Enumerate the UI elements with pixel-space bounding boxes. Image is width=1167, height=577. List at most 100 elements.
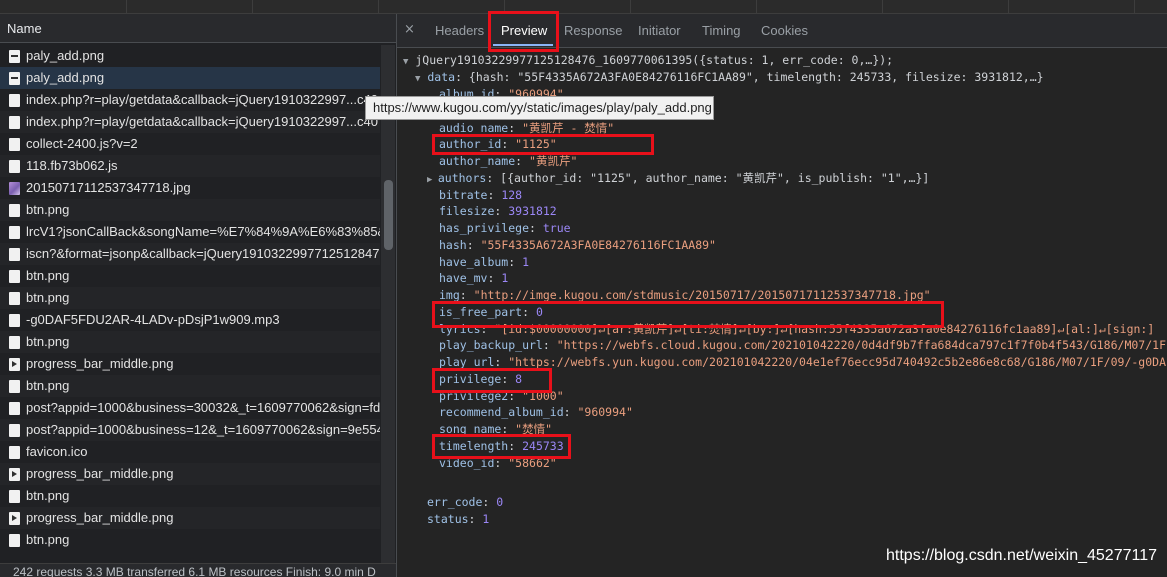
request-row[interactable]: btn.png xyxy=(0,331,380,353)
request-name: favicon.ico xyxy=(26,444,88,459)
request-row[interactable]: lrcV1?jsonCallBack&songName=%E7%84%9A%E6… xyxy=(0,221,380,243)
url-tooltip: https://www.kugou.com/yy/static/images/p… xyxy=(365,96,714,120)
request-name: index.php?r=play/getdata&callback=jQuery… xyxy=(26,92,378,107)
request-name: index.php?r=play/getdata&callback=jQuery… xyxy=(26,114,380,129)
request-row[interactable]: 118.fb73b062.js xyxy=(0,155,380,177)
json-key: data xyxy=(427,70,456,84)
timeline-tick xyxy=(882,0,883,14)
json-field-line[interactable]: ▶ authors: [{author_id: "1125", author_n… xyxy=(427,170,929,187)
request-row[interactable]: 20150717112537347718.jpg xyxy=(0,177,380,199)
document-icon xyxy=(9,446,20,459)
tab-initiator[interactable]: Initiator xyxy=(638,23,681,38)
json-value: 245733 xyxy=(522,438,564,453)
request-name: iscn?&format=jsonp&callback=jQuery191032… xyxy=(26,246,380,261)
request-row[interactable]: iscn?&format=jsonp&callback=jQuery191032… xyxy=(0,243,380,265)
request-row[interactable]: progress_bar_middle.png xyxy=(0,463,380,485)
json-value: [{author_id: "1125", author_name: "黄凯芹",… xyxy=(500,170,930,185)
document-icon xyxy=(9,226,20,239)
json-field-line: have_mv: 1 xyxy=(439,271,509,286)
json-field-line: play_backup_url: "https://webfs.cloud.ku… xyxy=(439,338,1166,353)
json-field-line: hash: "55F4335A672A3FA0E84276116FC1AA89" xyxy=(439,237,716,252)
json-field-line: has_privilege: true xyxy=(439,221,571,235)
json-data-summary: {hash: "55F4335A672A3FA0E84276116FC1AA89… xyxy=(468,70,1044,84)
json-value: "黄凯芹 - 焚情" xyxy=(522,120,615,135)
request-row[interactable]: favicon.ico xyxy=(0,441,380,463)
request-row[interactable]: btn.png xyxy=(0,287,380,309)
json-value: 0 xyxy=(535,304,543,319)
request-name: lrcV1?jsonCallBack&songName=%E7%84%9A%E6… xyxy=(26,224,380,239)
request-row[interactable]: btn.png xyxy=(0,375,380,397)
tab-timing[interactable]: Timing xyxy=(702,23,741,38)
scrollbar-thumb[interactable] xyxy=(384,180,393,250)
json-key: privilege2 xyxy=(439,388,509,403)
request-list-scrollbar[interactable] xyxy=(381,45,395,565)
request-row[interactable]: collect-2400.js?v=2 xyxy=(0,133,380,155)
png-file-icon xyxy=(9,72,20,85)
request-name: btn.png xyxy=(26,532,70,547)
json-value: 1 xyxy=(501,271,509,286)
document-icon xyxy=(9,336,20,349)
document-icon xyxy=(9,138,20,151)
request-name: btn.png xyxy=(26,202,70,217)
request-row[interactable]: progress_bar_middle.png xyxy=(0,353,380,375)
document-icon xyxy=(9,534,20,547)
json-field-line: video_id: "58662" xyxy=(439,455,557,470)
request-name: btn.png xyxy=(26,268,70,283)
document-icon xyxy=(9,248,20,261)
request-row[interactable]: btn.png xyxy=(0,199,380,221)
tab-response[interactable]: Response xyxy=(564,23,623,38)
request-row[interactable]: post?appid=1000&business=12&_t=160977006… xyxy=(0,419,380,441)
request-row[interactable]: -g0DAF5FDU2AR-4LADv-pDsjP1w909.mp3 xyxy=(0,309,380,331)
request-row[interactable]: paly_add.png xyxy=(0,67,380,89)
json-field-line: play_url: "https://webfs.yun.kugou.com/2… xyxy=(439,355,1166,369)
watermark-text: https://blog.csdn.net/weixin_45277117 xyxy=(886,547,1158,564)
timeline-tick xyxy=(252,0,253,14)
json-key: privilege xyxy=(439,371,502,386)
tab-cookies[interactable]: Cookies xyxy=(761,23,808,38)
request-name: 20150717112537347718.jpg xyxy=(26,180,191,195)
request-row[interactable]: btn.png xyxy=(0,265,380,287)
request-row[interactable]: index.php?r=play/getdata&callback=jQuery… xyxy=(0,111,380,133)
timeline-tick xyxy=(630,0,631,14)
json-value: "http://imge.kugou.com/stdmusic/20150717… xyxy=(473,288,931,302)
tab-headers[interactable]: Headers xyxy=(435,23,484,38)
json-key: is_free_part xyxy=(439,304,523,319)
json-value: true xyxy=(542,221,571,235)
request-row[interactable]: post?appid=1000&business=30032&_t=160977… xyxy=(0,397,380,419)
timeline-tick xyxy=(1008,0,1009,14)
request-name: post?appid=1000&business=30032&_t=160977… xyxy=(26,400,380,415)
json-key: hash xyxy=(439,237,467,252)
request-row[interactable]: index.php?r=play/getdata&callback=jQuery… xyxy=(0,89,380,111)
request-name: 118.fb73b062.js xyxy=(26,158,118,173)
expanded-triangle-icon[interactable]: ▼ xyxy=(415,74,420,84)
png-file-icon xyxy=(9,50,20,63)
json-data-line[interactable]: ▼ data: {hash: "55F4335A672A3FA0E8427611… xyxy=(415,69,1044,86)
json-root-line[interactable]: ▼ jQuery19103229977125128476_16097700613… xyxy=(403,52,893,69)
json-key: recommend_album_id xyxy=(439,405,564,420)
json-key: play_url xyxy=(439,355,495,369)
request-row[interactable]: progress_bar_middle.png xyxy=(0,507,380,529)
json-value: "960994" xyxy=(577,405,633,420)
close-icon[interactable]: × xyxy=(404,22,415,37)
json-err-code-line: err_code: 0 xyxy=(427,495,504,509)
request-row[interactable]: paly_add.png xyxy=(0,45,380,67)
request-name: paly_add.png xyxy=(26,48,105,63)
json-key: lyrics xyxy=(439,321,481,336)
active-tab-indicator xyxy=(493,44,553,46)
document-icon xyxy=(9,116,20,129)
request-name: progress_bar_middle.png xyxy=(26,510,174,525)
name-column-header[interactable]: Name xyxy=(0,14,396,43)
collapsed-triangle-icon[interactable]: ▶ xyxy=(427,175,438,185)
request-name: btn.png xyxy=(26,334,70,349)
json-key: audio_name xyxy=(439,120,509,135)
tab-preview[interactable]: Preview xyxy=(501,23,547,38)
request-row[interactable]: btn.png xyxy=(0,529,380,551)
json-field-line: is_free_part: 0 xyxy=(439,304,543,319)
json-field-line: author_name: "黄凯芹" xyxy=(439,154,578,168)
requests-panel: Name paly_add.png paly_add.png index.php?r… xyxy=(0,14,396,577)
request-row[interactable]: btn.png xyxy=(0,485,380,507)
json-value: "1125" xyxy=(515,137,557,152)
expanded-triangle-icon[interactable]: ▼ xyxy=(403,57,408,67)
document-icon xyxy=(9,204,20,217)
request-list[interactable]: paly_add.png paly_add.png index.php?r=play… xyxy=(0,45,380,565)
